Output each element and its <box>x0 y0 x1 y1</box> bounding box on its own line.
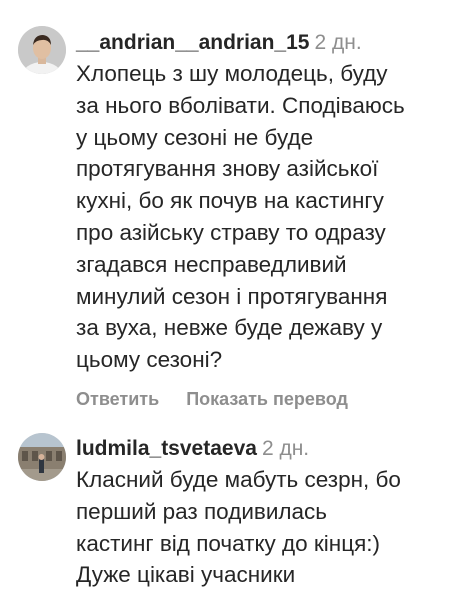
comment-text: Класний буде мабуть сезрн, бо перший раз… <box>76 467 401 588</box>
username[interactable]: ludmila_tsvetaeva <box>76 437 257 460</box>
avatar[interactable] <box>18 433 66 481</box>
reply-button[interactable]: Ответить <box>76 389 159 409</box>
comment-content: __andrian__andrian_15 2 дн. Хлопець з шу … <box>76 30 455 411</box>
user-photo-icon <box>18 26 66 74</box>
comment-text: Хлопець з шу молодець, буду за нього вбо… <box>76 61 405 373</box>
comment-header: ludmila_tsvetaeva 2 дн. <box>76 436 455 462</box>
username[interactable]: __andrian__andrian_15 <box>76 31 309 54</box>
show-translation-button[interactable]: Показать перевод <box>186 389 348 409</box>
comment-header: __andrian__andrian_15 2 дн. <box>76 30 455 56</box>
avatar[interactable] <box>18 26 66 74</box>
comment-actions: Ответить Показать перевод <box>76 387 455 411</box>
comment-time: 2 дн. <box>314 31 362 54</box>
user-photo-icon <box>18 433 66 481</box>
comment-time: 2 дн. <box>261 437 310 460</box>
comment-content: ludmila_tsvetaeva 2 дн. Класний буде мабу… <box>76 436 455 591</box>
